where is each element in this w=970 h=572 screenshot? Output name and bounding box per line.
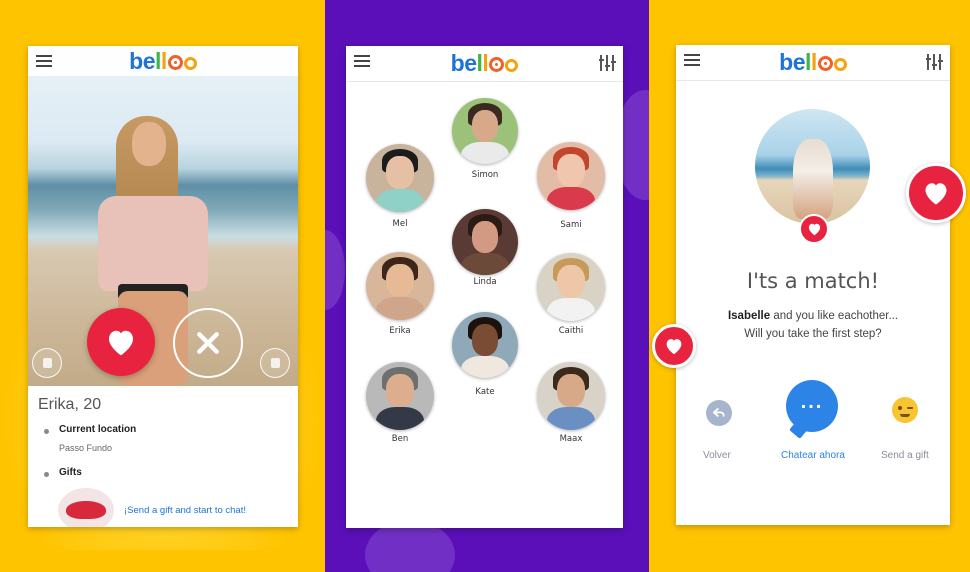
top-bar: bell [346,46,623,82]
floating-heart-button[interactable] [652,324,696,368]
match-message: Isabelle and you like eachother... Will … [676,307,950,343]
menu-icon[interactable] [354,55,370,69]
person-name: Maax [559,434,583,444]
top-bar: bell [676,45,950,81]
chat-now-button[interactable]: ... [786,380,838,432]
heart-icon [666,339,682,355]
lips-gift-icon [58,488,114,527]
back-arrow-icon [712,408,725,417]
back-label[interactable]: Volver [703,450,731,461]
app-logo: bell [451,52,519,75]
filter-icon[interactable] [926,54,943,70]
gifts-label: Gifts [59,467,82,478]
gifts-row: Gifts [44,467,288,478]
match-photo [755,109,870,224]
filter-icon[interactable] [599,55,616,71]
discover-screen: bell Simon Mel Sami Linda Erika Caithi K… [346,46,623,528]
send-gift-link[interactable]: ¡Send a gift and start to chat! [124,505,246,516]
heart-icon [799,214,829,244]
location-value: Passo Fundo [59,443,113,453]
avatar-ben[interactable] [366,362,434,430]
close-icon [197,332,219,354]
profile-screen: bell Erika, 20 Current location Passo Fu… [28,46,298,527]
avatar-erika[interactable] [366,252,434,320]
avatar-linda[interactable] [452,209,518,275]
person-name: Ben [391,434,409,444]
app-logo: bell [779,51,847,74]
dislike-button[interactable] [173,308,243,378]
avatar-mel[interactable] [366,144,434,212]
send-gift-button[interactable] [892,397,918,423]
heart-icon [109,330,133,356]
menu-icon[interactable] [684,54,700,68]
person-name: Kate [475,387,495,397]
chat-bubble-icon: ... [800,391,824,413]
chat-side-button[interactable] [260,348,290,378]
gift-item[interactable]: ¡Send a gift and start to chat! [58,488,288,527]
person-name: Simon [471,170,499,180]
avatar-sami[interactable] [537,142,605,210]
avatar-simon[interactable] [452,98,518,164]
person-name: Sami [560,220,582,230]
avatar-maax[interactable] [537,362,605,430]
chat-now-label[interactable]: Chatear ahora [781,450,845,461]
avatar-caithi[interactable] [537,253,605,321]
heart-icon [925,183,947,205]
floating-heart-button[interactable] [906,163,966,223]
send-gift-label[interactable]: Send a gift [881,450,929,461]
location-label: Current location [59,424,137,435]
profile-name: Erika, 20 [38,396,102,413]
like-button[interactable] [87,308,155,376]
location-row: Current location [44,424,288,435]
match-screen: bell I'ts a match! Isabelle and you like… [676,45,950,525]
profile-photo [28,46,298,386]
match-title: I'ts a match! [746,269,880,293]
person-name: Caithi [558,326,584,336]
person-name: Mel [392,219,408,229]
match-line2: Will you take the first step? [744,328,882,340]
profile-details: Erika, 20 Current location Passo Fundo G… [28,386,298,527]
gift-side-button[interactable] [32,348,62,378]
back-button[interactable] [706,400,732,426]
person-name: Erika [389,326,411,336]
match-line1: and you like eachother... [773,310,899,322]
match-name: Isabelle [727,310,771,322]
menu-icon[interactable] [36,55,52,69]
person-name: Linda [473,277,497,287]
avatar-kate[interactable] [452,312,518,378]
app-logo: bell [129,49,197,73]
top-bar: bell [28,46,298,76]
